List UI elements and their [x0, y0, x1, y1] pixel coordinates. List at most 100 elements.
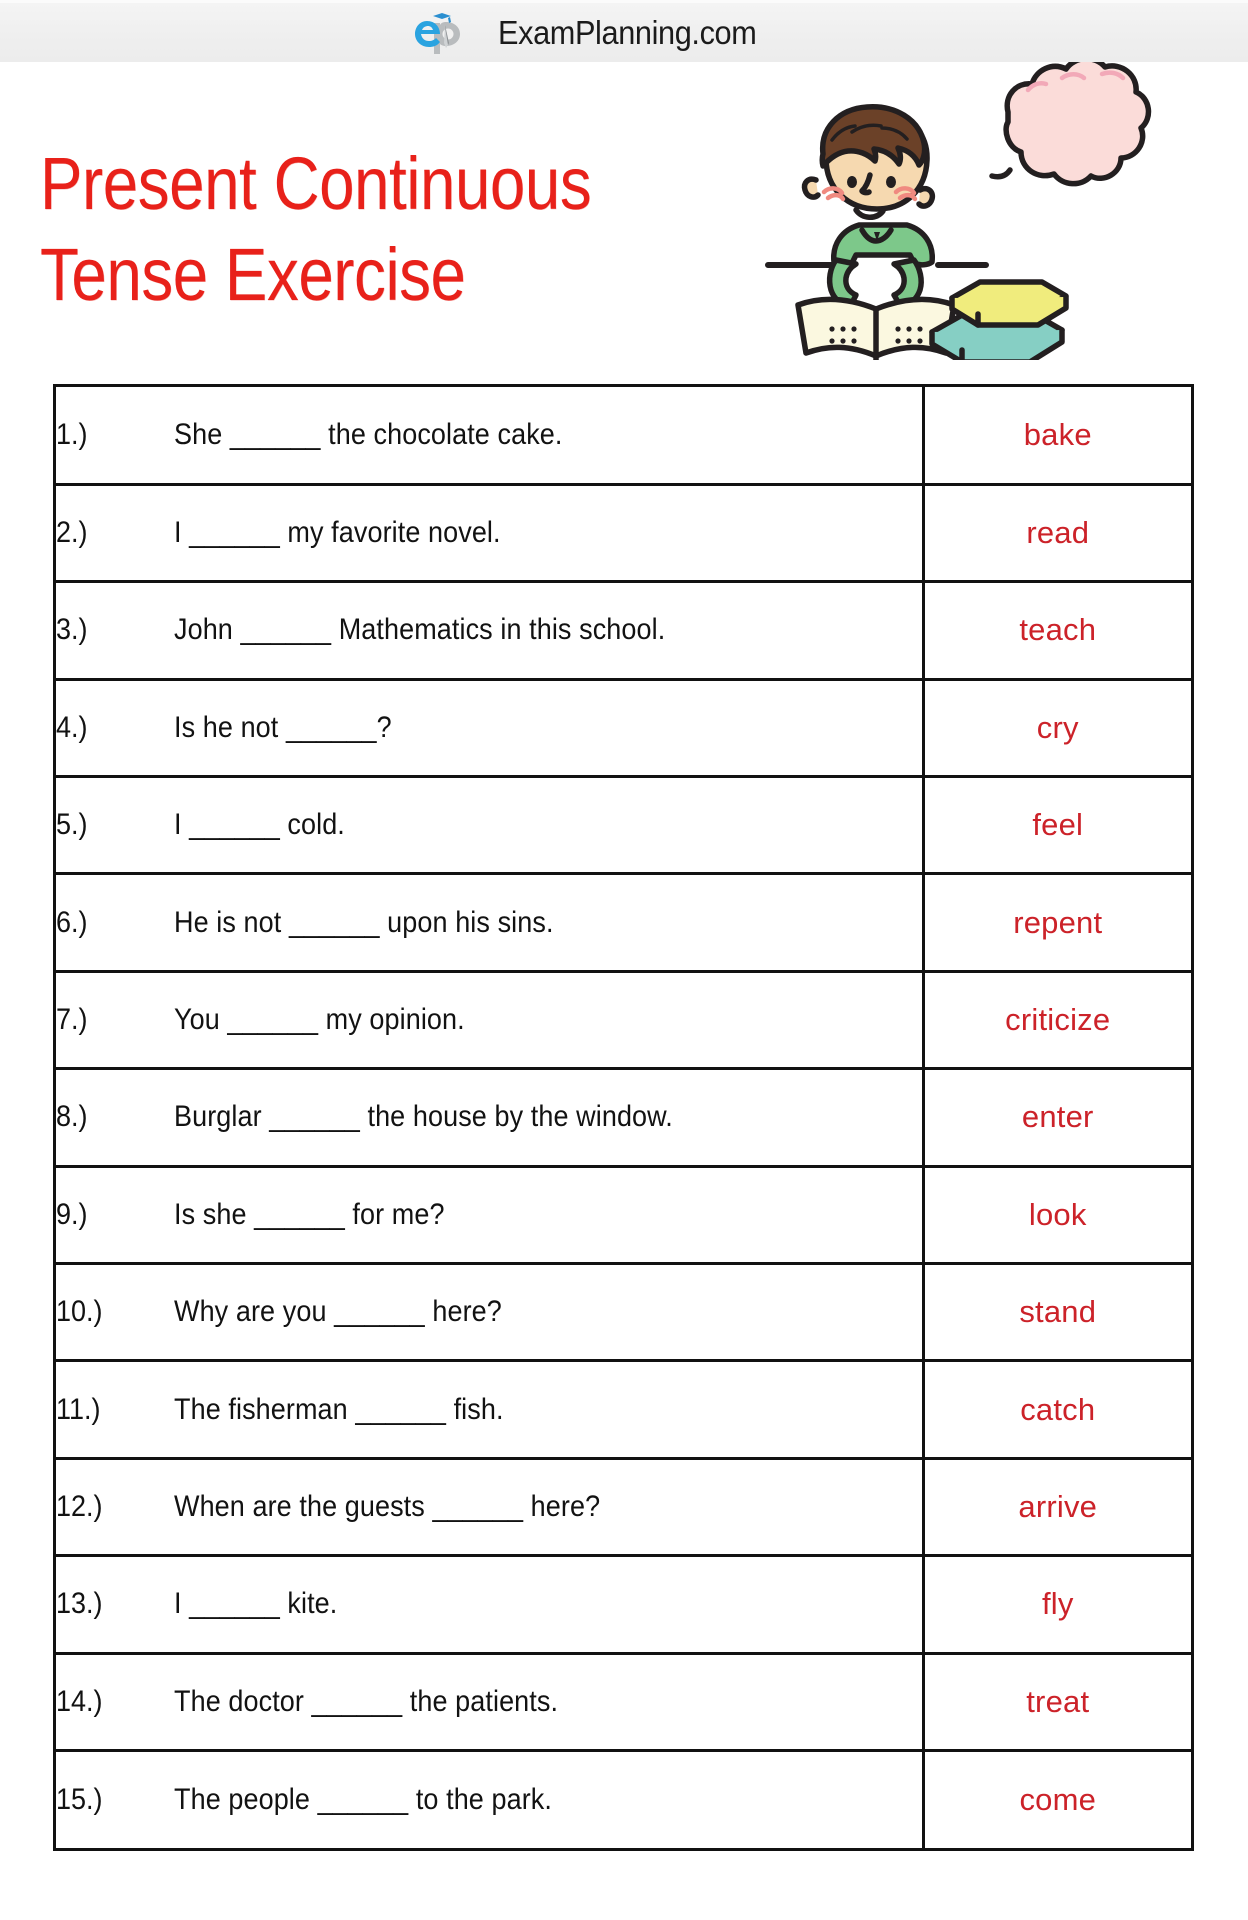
- row-number-cell: 10.): [56, 1262, 174, 1361]
- row-number-cell: 3.): [56, 580, 174, 680]
- row-number: 4.): [56, 710, 88, 744]
- verb-cell: bake: [923, 387, 1191, 484]
- boy-reading-book-illustration: [760, 40, 1230, 360]
- verb-cell: repent: [923, 872, 1191, 972]
- brand-name: ExamPlanning.com: [498, 13, 757, 51]
- table-row: 14.) The doctor ______ the patients. tre…: [56, 1651, 1191, 1751]
- row-number-cell: 15.): [56, 1748, 174, 1848]
- row-number-cell: 13.): [56, 1554, 174, 1654]
- verb-text: arrive: [1018, 1488, 1098, 1524]
- table-row: 2.) I ______ my favorite novel. read: [56, 482, 1191, 582]
- table-row: 7.) You ______ my opinion. criticize: [56, 969, 1191, 1069]
- row-number-cell: 1.): [56, 387, 174, 484]
- verb-text: bake: [1023, 416, 1092, 452]
- verb-cell: cry: [923, 677, 1191, 777]
- verb-cell: teach: [923, 580, 1191, 680]
- row-number: 5.): [56, 808, 88, 842]
- verb-text: read: [1026, 515, 1090, 551]
- site-header-bar: ExamPlanning.com: [0, 0, 1248, 62]
- sentence-cell: Burglar ______ the house by the window.: [174, 1067, 925, 1167]
- sentence-text: John ______ Mathematics in this school.: [174, 613, 666, 647]
- sentence-cell: Why are you ______ here?: [174, 1262, 925, 1361]
- sentence-cell: She ______ the chocolate cake.: [174, 387, 925, 485]
- verb-text: enter: [1021, 1099, 1094, 1135]
- sentence-cell: John ______ Mathematics in this school.: [174, 580, 925, 680]
- table-row: 11.) The fisherman ______ fish. catch: [56, 1359, 1191, 1459]
- verb-text: stand: [1019, 1294, 1097, 1330]
- brand-lockup: ExamPlanning.com: [412, 8, 776, 58]
- row-number: 8.): [56, 1100, 88, 1134]
- verb-text: catch: [1020, 1391, 1096, 1427]
- verb-text: look: [1028, 1196, 1087, 1232]
- row-number-cell: 5.): [56, 775, 174, 874]
- page-title-line-1: Present Continuous: [40, 141, 592, 225]
- row-number-cell: 9.): [56, 1164, 174, 1264]
- sentence-cell: I ______ cold.: [174, 775, 925, 874]
- row-number: 13.): [56, 1587, 103, 1621]
- table-row: 13.) I ______ kite. fly: [56, 1554, 1191, 1654]
- table-row: 3.) John ______ Mathematics in this scho…: [56, 580, 1191, 680]
- table-row: 6.) He is not ______ upon his sins. repe…: [56, 872, 1191, 972]
- row-number-cell: 7.): [56, 969, 174, 1069]
- verb-text: come: [1019, 1781, 1097, 1817]
- table-row: 1.) She ______ the chocolate cake. bake: [56, 387, 1191, 485]
- row-number-cell: 4.): [56, 677, 174, 777]
- page-title: Present Continuous Tense Exercise: [40, 138, 608, 322]
- verb-cell: arrive: [923, 1456, 1191, 1556]
- sentence-text: The fisherman ______ fish.: [174, 1392, 504, 1426]
- sentence-text: Why are you ______ here?: [174, 1295, 502, 1329]
- row-number: 9.): [56, 1197, 88, 1231]
- sentence-text: I ______ my favorite novel.: [174, 516, 501, 550]
- exercise-table-body: 1.) She ______ the chocolate cake. bake …: [56, 387, 1191, 1848]
- worksheet-page: ExamPlanning.com Present Continuous Tens…: [0, 0, 1248, 1920]
- table-row: 5.) I ______ cold. feel: [56, 775, 1191, 874]
- verb-text: cry: [1036, 709, 1079, 745]
- row-number-cell: 8.): [56, 1067, 174, 1167]
- sentence-cell: Is he not ______?: [174, 677, 925, 777]
- row-number: 12.): [56, 1489, 103, 1523]
- verb-text: teach: [1019, 612, 1097, 648]
- sentence-text: He is not ______ upon his sins.: [174, 905, 554, 939]
- sentence-cell: The fisherman ______ fish.: [174, 1359, 925, 1459]
- row-number: 10.): [56, 1295, 103, 1329]
- verb-cell: stand: [923, 1262, 1191, 1361]
- verb-cell: fly: [923, 1554, 1191, 1654]
- verb-cell: feel: [923, 775, 1191, 874]
- sentence-text: Is he not ______?: [174, 710, 392, 744]
- row-number: 6.): [56, 905, 88, 939]
- sentence-text: She ______ the chocolate cake.: [174, 417, 563, 451]
- sentence-text: When are the guests ______ here?: [174, 1489, 601, 1523]
- verb-text: criticize: [1005, 1002, 1111, 1038]
- sentence-cell: When are the guests ______ here?: [174, 1456, 925, 1556]
- row-number-cell: 14.): [56, 1651, 174, 1751]
- verb-cell: read: [923, 482, 1191, 582]
- sentence-cell: The people ______ to the park.: [174, 1748, 925, 1848]
- row-number: 2.): [56, 516, 88, 550]
- verb-cell: enter: [923, 1067, 1191, 1167]
- sentence-cell: The doctor ______ the patients.: [174, 1651, 925, 1751]
- sentence-cell: Is she ______ for me?: [174, 1164, 925, 1264]
- sentence-text: I ______ kite.: [174, 1587, 338, 1621]
- verb-cell: treat: [923, 1651, 1191, 1751]
- row-number: 7.): [56, 1003, 88, 1037]
- table-row: 15.) The people ______ to the park. come: [56, 1748, 1191, 1848]
- table-row: 8.) Burglar ______ the house by the wind…: [56, 1067, 1191, 1167]
- verb-text: fly: [1041, 1586, 1074, 1622]
- examplanning-logo-icon: [412, 8, 484, 58]
- exercise-table: 1.) She ______ the chocolate cake. bake …: [53, 384, 1194, 1851]
- verb-cell: criticize: [923, 969, 1191, 1069]
- row-number-cell: 11.): [56, 1359, 174, 1459]
- row-number: 11.): [56, 1392, 101, 1426]
- sentence-cell: He is not ______ upon his sins.: [174, 872, 925, 972]
- verb-text: repent: [1013, 904, 1103, 940]
- row-number-cell: 2.): [56, 482, 174, 582]
- row-number: 15.): [56, 1782, 103, 1816]
- row-number: 3.): [56, 613, 88, 647]
- sentence-text: Is she ______ for me?: [174, 1197, 445, 1231]
- sentence-text: You ______ my opinion.: [174, 1003, 465, 1037]
- verb-cell: catch: [923, 1359, 1191, 1459]
- verb-cell: come: [923, 1748, 1191, 1848]
- row-number: 1.): [56, 417, 88, 451]
- verb-text: feel: [1032, 807, 1084, 843]
- table-row: 4.) Is he not ______? cry: [56, 677, 1191, 777]
